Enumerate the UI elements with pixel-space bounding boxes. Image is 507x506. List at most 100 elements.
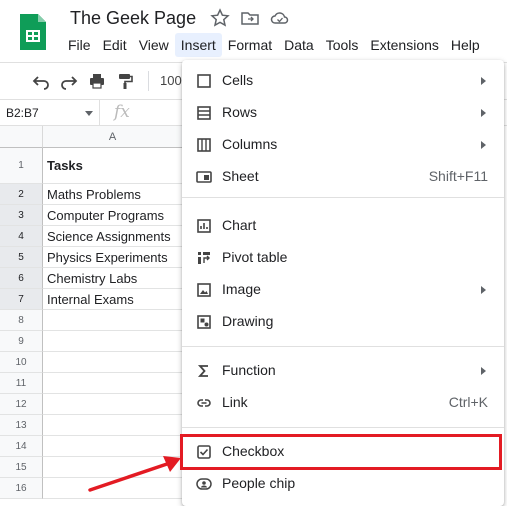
submenu-arrow-icon (481, 141, 486, 149)
menu-item-image[interactable]: Image (182, 274, 504, 306)
row-number[interactable]: 6 (0, 268, 43, 289)
menu-item-label: Image (222, 281, 261, 297)
cells-icon (197, 74, 211, 88)
menu-item-label: Sheet (222, 168, 259, 184)
menu-item-chart[interactable]: Chart (182, 210, 504, 242)
cell-a8[interactable] (43, 310, 183, 331)
menu-item-label: Function (222, 362, 276, 378)
menu-item-label: Drawing (222, 313, 274, 329)
toolbar-divider (148, 71, 149, 91)
cell-a11[interactable] (43, 373, 183, 394)
fx-icon: fx (114, 102, 130, 122)
menu-item-sheet[interactable]: Sheet Shift+F11 (182, 161, 504, 193)
menu-item-label: Chart (222, 217, 257, 233)
row-number[interactable]: 12 (0, 394, 43, 415)
shortcut-label: Ctrl+K (448, 394, 488, 410)
menu-item-label: Rows (222, 104, 258, 120)
menu-item-label: Cells (222, 72, 254, 88)
name-box-value: B2:B7 (6, 106, 39, 120)
menu-item-drawing[interactable]: Drawing (182, 306, 504, 338)
paint-format-icon[interactable] (116, 72, 134, 90)
row-number[interactable]: 14 (0, 436, 43, 457)
people-chip-icon (196, 478, 212, 490)
checkbox-highlight-box (180, 434, 502, 470)
row-number[interactable]: 16 (0, 478, 43, 499)
name-box[interactable]: B2:B7 (0, 100, 100, 126)
menu-item-label: Pivot table (222, 249, 288, 265)
cell-a2[interactable]: Maths Problems (43, 184, 183, 205)
menu-divider (182, 346, 504, 347)
submenu-arrow-icon (481, 367, 486, 375)
menu-item-cells[interactable]: Cells (182, 65, 504, 97)
cell-a4[interactable]: Science Assignments (43, 226, 183, 247)
red-arrow-annotation (88, 456, 181, 492)
row-number[interactable]: 5 (0, 247, 43, 268)
row-number[interactable]: 7 (0, 289, 43, 310)
menu-file[interactable]: File (62, 33, 97, 57)
cell-a13[interactable] (43, 415, 183, 436)
rows-icon (197, 106, 211, 120)
menu-insert[interactable]: Insert (174, 33, 222, 57)
row-number[interactable]: 2 (0, 184, 43, 205)
cloud-status-icon[interactable] (270, 8, 290, 28)
menu-extensions[interactable]: Extensions (364, 33, 444, 57)
image-icon (197, 283, 211, 297)
menu-item-rows[interactable]: Rows (182, 97, 504, 129)
menu-item-function[interactable]: Function (182, 355, 504, 387)
select-all-corner[interactable] (0, 126, 43, 148)
row-number[interactable]: 10 (0, 352, 43, 373)
cell-a1[interactable]: Tasks (43, 148, 183, 184)
move-to-folder-icon[interactable] (240, 8, 260, 28)
menu-item-label: Link (222, 394, 248, 410)
cell-a7[interactable]: Internal Exams (43, 289, 183, 310)
menu-item-pivot-table[interactable]: Pivot table (182, 242, 504, 274)
menu-help[interactable]: Help (445, 33, 486, 57)
menu-item-label: Columns (222, 136, 278, 152)
row-number[interactable]: 8 (0, 310, 43, 331)
print-icon[interactable] (88, 72, 106, 90)
menu-divider (182, 427, 504, 428)
menu-bar: File Edit View Insert Format Data Tools … (62, 33, 486, 57)
menu-item-link[interactable]: Link Ctrl+K (182, 387, 504, 419)
row-number[interactable]: 15 (0, 457, 43, 478)
submenu-arrow-icon (481, 286, 486, 294)
zoom-select[interactable]: 100 (160, 73, 182, 88)
column-header-a[interactable]: A (43, 126, 183, 148)
cell-a9[interactable] (43, 331, 183, 352)
cell-a3[interactable]: Computer Programs (43, 205, 183, 226)
chart-icon (197, 219, 211, 233)
cell-a6[interactable]: Chemistry Labs (43, 268, 183, 289)
row-number[interactable]: 4 (0, 226, 43, 247)
document-title[interactable]: The Geek Page (70, 8, 196, 29)
link-icon (197, 399, 211, 407)
sheets-logo-icon[interactable] (18, 12, 48, 52)
menu-item-people-chip[interactable]: People chip (182, 468, 504, 500)
row-number[interactable]: 13 (0, 415, 43, 436)
row-number[interactable]: 11 (0, 373, 43, 394)
redo-icon[interactable] (60, 72, 78, 90)
star-icon[interactable] (210, 8, 230, 28)
row-number[interactable]: 1 (0, 148, 43, 184)
row-number[interactable]: 9 (0, 331, 43, 352)
menu-tools[interactable]: Tools (320, 33, 365, 57)
menu-divider (182, 197, 504, 198)
columns-icon (197, 138, 211, 152)
cell-a10[interactable] (43, 352, 183, 373)
sigma-icon (197, 365, 208, 377)
menu-item-columns[interactable]: Columns (182, 129, 504, 161)
pivot-table-icon (198, 252, 210, 264)
menu-item-label: People chip (222, 475, 296, 491)
submenu-arrow-icon (481, 109, 486, 117)
menu-format[interactable]: Format (222, 33, 278, 57)
menu-edit[interactable]: Edit (97, 33, 133, 57)
submenu-arrow-icon (481, 77, 486, 85)
row-number[interactable]: 3 (0, 205, 43, 226)
chevron-down-icon (85, 111, 93, 116)
shortcut-label: Shift+F11 (428, 168, 488, 184)
drawing-icon (197, 315, 211, 329)
menu-view[interactable]: View (133, 33, 175, 57)
undo-icon[interactable] (32, 72, 50, 90)
cell-a12[interactable] (43, 394, 183, 415)
menu-data[interactable]: Data (278, 33, 320, 57)
cell-a5[interactable]: Physics Experiments (43, 247, 183, 268)
